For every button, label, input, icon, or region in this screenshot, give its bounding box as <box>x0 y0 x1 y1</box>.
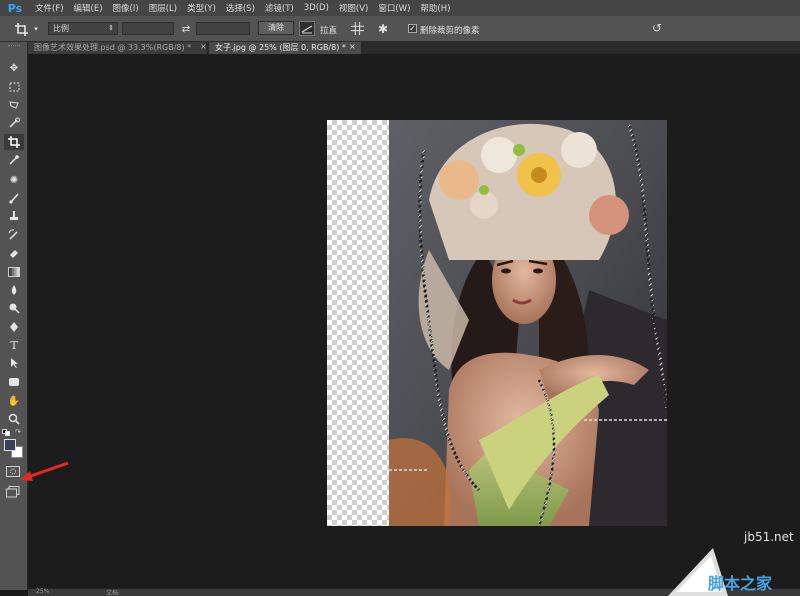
annotation-arrow-icon <box>20 461 69 481</box>
eraser-tool-icon[interactable] <box>4 245 24 261</box>
ratio-select[interactable]: 比例 ⇕ <box>48 22 118 35</box>
marquee-tool-icon[interactable] <box>4 79 24 95</box>
menu-help[interactable]: 帮助(H) <box>415 2 455 14</box>
tab-psd-document[interactable]: 图像艺术效果处理.psd @ 33.3%(RGB/8) * <box>28 42 206 54</box>
menu-layer[interactable]: 图层(L) <box>144 2 182 14</box>
ratio-select-value: 比例 <box>53 24 69 33</box>
menu-3d[interactable]: 3D(D) <box>299 3 334 13</box>
tab-title: 女子.jpg @ 25% (图层 0, RGB/8) * <box>215 43 346 52</box>
move-tool-icon[interactable]: ✥ <box>4 60 24 76</box>
clear-button[interactable]: 清除 <box>258 21 294 35</box>
eyedropper-tool-icon[interactable] <box>4 152 24 168</box>
close-icon[interactable]: × <box>200 42 207 51</box>
panel-grip[interactable] <box>8 45 20 47</box>
pen-tool-icon[interactable] <box>4 319 24 335</box>
brush-tool-icon[interactable] <box>4 190 24 206</box>
crop-tool-icon[interactable] <box>4 134 24 150</box>
foreground-color-swatch[interactable] <box>4 439 16 451</box>
default-colors-icon[interactable] <box>2 429 11 436</box>
zoom-level[interactable]: 25% <box>36 588 49 595</box>
photoshop-logo: Ps <box>7 1 23 15</box>
watermark: jb51.net 脚本之家 <box>668 528 800 596</box>
zoom-tool-icon[interactable] <box>4 411 24 427</box>
tool-preset-dropdown-icon[interactable]: ▾ <box>32 23 40 35</box>
document-tab-bar: 图像艺术效果处理.psd @ 33.3%(RGB/8) * × 女子.jpg @… <box>28 42 800 54</box>
quick-selection-tool-icon[interactable] <box>4 115 24 131</box>
crop-tool-icon[interactable] <box>14 22 28 36</box>
path-selection-tool-icon[interactable] <box>4 355 24 371</box>
watermark-domain: jb51.net <box>744 530 794 544</box>
height-field[interactable] <box>196 22 250 35</box>
woman-photo-canvas[interactable] <box>389 120 667 526</box>
menu-image[interactable]: 图像(I) <box>108 2 144 14</box>
tab-title: 图像艺术效果处理.psd @ 33.3%(RGB/8) * <box>34 43 192 52</box>
straighten-label: 拉直 <box>320 26 338 36</box>
delete-cropped-checkbox[interactable]: ✓ <box>408 24 417 33</box>
watermark-name: 脚本之家 <box>708 574 773 593</box>
dodge-tool-icon[interactable] <box>4 300 24 316</box>
menu-filter[interactable]: 滤镜(T) <box>260 2 299 14</box>
straighten-icon[interactable] <box>299 21 315 36</box>
width-field[interactable] <box>122 22 174 35</box>
menu-type[interactable]: 类型(Y) <box>182 2 221 14</box>
menu-view[interactable]: 视图(V) <box>334 2 373 14</box>
hand-tool-icon[interactable]: ✋ <box>4 393 24 409</box>
spot-healing-tool-icon[interactable]: ✺ <box>4 172 24 188</box>
menu-bar: Ps 文件(F) 编辑(E) 图像(I) 图层(L) 类型(Y) 选择(S) 滤… <box>0 0 800 16</box>
menu-file[interactable]: 文件(F) <box>30 2 69 14</box>
history-brush-tool-icon[interactable] <box>4 227 24 243</box>
reset-icon[interactable]: ↺ <box>650 21 664 35</box>
gradient-tool-icon[interactable] <box>4 264 24 280</box>
menu-window[interactable]: 窗口(W) <box>373 2 415 14</box>
select-arrows-icon: ⇕ <box>108 24 114 32</box>
swap-icon[interactable]: ⇄ <box>180 22 192 36</box>
tools-panel: ✥ ✺ T ✋ ↷ <box>0 42 28 590</box>
transparent-area[interactable] <box>327 120 389 526</box>
screen-mode-icon[interactable] <box>6 486 20 498</box>
blur-tool-icon[interactable] <box>4 282 24 298</box>
lasso-tool-icon[interactable] <box>4 97 24 113</box>
menu-select[interactable]: 选择(S) <box>221 2 260 14</box>
document-info-label: 文档: <box>106 590 121 596</box>
close-icon[interactable]: × <box>349 42 356 51</box>
type-tool-icon[interactable]: T <box>4 337 24 353</box>
tab-jpg-document[interactable]: 女子.jpg @ 25% (图层 0, RGB/8) * <box>209 42 361 54</box>
swap-colors-icon[interactable]: ↷ <box>15 429 24 436</box>
overlay-grid-icon[interactable] <box>351 22 365 36</box>
delete-cropped-label: 删除裁剪的像素 <box>420 26 480 36</box>
rectangle-tool-icon[interactable] <box>4 374 24 390</box>
clone-stamp-tool-icon[interactable] <box>4 208 24 224</box>
options-bar: ▾ 比例 ⇕ ⇄ 清除 拉直 ✱ ✓ 删除裁剪的像素 ↺ <box>0 16 800 42</box>
settings-gear-icon[interactable]: ✱ <box>376 22 390 36</box>
menu-edit[interactable]: 编辑(E) <box>69 2 108 14</box>
